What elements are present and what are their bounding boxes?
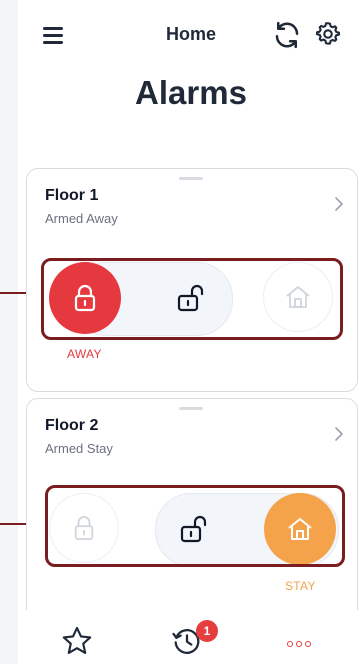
- floor-name: Floor 2: [45, 417, 99, 434]
- header-title: Home: [165, 24, 216, 44]
- drag-handle[interactable]: [179, 407, 203, 410]
- chevron-right-icon[interactable]: [333, 426, 345, 442]
- refresh-icon: [275, 21, 299, 49]
- floor-name: Floor 1: [45, 187, 99, 204]
- star-icon: [62, 626, 92, 654]
- active-mode-label: AWAY: [67, 347, 102, 361]
- app-header: Home: [18, 0, 364, 70]
- dot: [305, 641, 311, 647]
- floor-card[interactable]: Floor 2 Armed Stay STAY: [26, 398, 358, 630]
- active-mode-label: STAY: [285, 579, 316, 593]
- settings-button[interactable]: [314, 20, 344, 50]
- gear-icon: [315, 22, 341, 45]
- floor-status: Armed Away: [45, 211, 118, 226]
- dot: [296, 641, 302, 647]
- floor-status: Armed Stay: [45, 441, 113, 456]
- drag-handle[interactable]: [179, 177, 203, 180]
- mode-selector-highlight: [41, 258, 343, 340]
- left-edge-stripe: [0, 0, 18, 664]
- notification-badge: 1: [196, 620, 218, 642]
- bottom-nav: [18, 610, 364, 664]
- mode-selector-highlight: [45, 485, 345, 567]
- floor-card[interactable]: Floor 1 Armed Away AWAY: [26, 168, 358, 392]
- favorites-tab[interactable]: [60, 624, 100, 664]
- refresh-button[interactable]: [272, 20, 302, 50]
- dot: [287, 641, 293, 647]
- page-title: Alarms: [135, 74, 247, 111]
- more-icon[interactable]: [287, 641, 311, 647]
- chevron-right-icon[interactable]: [333, 196, 345, 212]
